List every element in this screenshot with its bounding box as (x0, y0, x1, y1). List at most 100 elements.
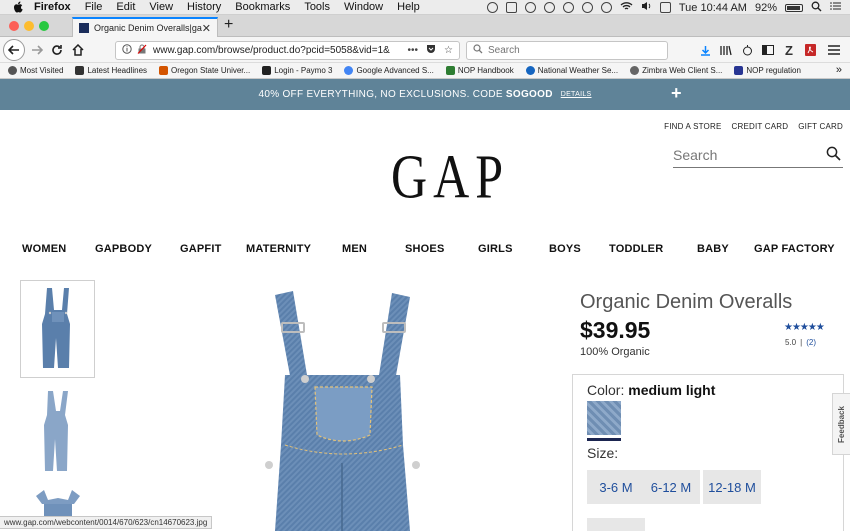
feedback-label: Feedback (837, 405, 846, 443)
bookmark-item[interactable]: Google Advanced S... (344, 66, 434, 75)
nav-gapbody[interactable]: GAPBODY (95, 243, 152, 255)
downloads-icon[interactable] (697, 42, 713, 58)
gap-favicon-icon (79, 23, 89, 33)
nav-women[interactable]: WOMEN (22, 243, 66, 255)
nav-toddler[interactable]: TODDLER (609, 243, 663, 255)
nav-baby[interactable]: BABY (697, 243, 729, 255)
battery-percent[interactable]: 92% (755, 2, 777, 14)
bluetooth-icon[interactable] (600, 2, 612, 13)
menu-help[interactable]: Help (397, 1, 420, 13)
window-zoom-button[interactable] (39, 21, 49, 31)
rating-stars-icon[interactable]: ★★★★★ (784, 322, 825, 333)
info-icon[interactable] (562, 2, 574, 13)
site-search-input[interactable] (673, 147, 818, 163)
bookmark-item[interactable]: Most Visited (8, 66, 63, 75)
url-text[interactable]: www.gap.com/browse/product.do?pcid=5058&… (153, 45, 400, 56)
window-close-button[interactable] (9, 21, 19, 31)
battery-icon[interactable] (785, 3, 803, 12)
play-icon[interactable] (486, 2, 498, 13)
notification-icon[interactable] (524, 2, 536, 13)
menu-history[interactable]: History (187, 1, 221, 13)
nav-girls[interactable]: GIRLS (478, 243, 513, 255)
site-search[interactable] (673, 143, 843, 168)
dropbox-icon[interactable] (505, 2, 517, 13)
size-button-more[interactable] (587, 518, 645, 531)
browser-search-input[interactable] (488, 45, 658, 56)
menu-edit[interactable]: Edit (116, 1, 135, 13)
tab-close-icon[interactable]: ✕ (202, 22, 211, 35)
product-main-image[interactable] (245, 285, 440, 531)
forward-button[interactable] (28, 40, 46, 60)
bookmark-item[interactable]: National Weather Se... (525, 66, 618, 75)
tab-active[interactable]: Organic Denim Overalls|gap ✕ (72, 17, 218, 37)
size-button-12-18m[interactable]: 12-18 M (703, 470, 761, 504)
navigation-toolbar: www.gap.com/browse/product.do?pcid=5058&… (0, 37, 850, 63)
nav-boys[interactable]: BOYS (549, 243, 581, 255)
sync-icon[interactable] (543, 2, 555, 13)
url-bar[interactable]: www.gap.com/browse/product.do?pcid=5058&… (115, 41, 460, 60)
menu-bookmarks[interactable]: Bookmarks (235, 1, 290, 13)
search-icon[interactable] (826, 146, 841, 166)
size-button-3-6m[interactable]: 3-6 M (587, 470, 645, 504)
bookmark-item[interactable]: Latest Headlines (75, 66, 147, 75)
spotlight-icon[interactable] (811, 1, 822, 15)
time-machine-icon[interactable] (581, 2, 593, 13)
insecure-lock-icon[interactable] (137, 44, 147, 57)
browser-search-box[interactable] (466, 41, 668, 60)
nav-gapfit[interactable]: GAPFIT (180, 243, 222, 255)
menu-view[interactable]: View (149, 1, 173, 13)
menu-app-firefox[interactable]: Firefox (34, 1, 71, 13)
notification-center-icon[interactable] (830, 1, 842, 14)
gear-icon (8, 66, 17, 75)
calendar-icon[interactable] (659, 2, 671, 13)
bookmark-item[interactable]: NOP regulation (734, 66, 801, 75)
bookmarks-overflow-icon[interactable]: » (836, 64, 842, 76)
apple-icon[interactable] (12, 1, 24, 13)
menu-tools[interactable]: Tools (304, 1, 330, 13)
menu-file[interactable]: File (85, 1, 103, 13)
back-button[interactable] (3, 39, 25, 61)
pocket-icon[interactable] (426, 44, 436, 57)
pdf-icon[interactable] (802, 42, 818, 58)
mac-menu-bar: Firefox File Edit View History Bookmarks… (0, 0, 850, 15)
page-actions-icon[interactable]: ••• (408, 45, 419, 56)
rss-icon (75, 66, 85, 75)
clock-text[interactable]: Tue 10:44 AM (679, 2, 747, 14)
hamburger-menu-icon[interactable] (826, 42, 842, 58)
bookmark-item[interactable]: NOP Handbook (445, 66, 514, 75)
home-button[interactable] (69, 40, 87, 60)
bookmark-item[interactable]: Zimbra Web Client S... (630, 66, 722, 75)
library-icon[interactable] (718, 42, 734, 58)
find-a-store-link[interactable]: FIND A STORE (664, 122, 721, 131)
nav-maternity[interactable]: MATERNITY (246, 243, 311, 255)
promo-expand-icon[interactable]: + (671, 83, 682, 104)
menu-window[interactable]: Window (344, 1, 383, 13)
bookmark-item[interactable]: Login - Paymo 3 (262, 66, 332, 75)
utility-links: FIND A STORE CREDIT CARD GIFT CARD (664, 122, 843, 131)
new-tab-button[interactable]: + (224, 16, 233, 34)
nav-men[interactable]: MEN (342, 243, 367, 255)
nav-shoes[interactable]: SHOES (405, 243, 445, 255)
gap-logo[interactable]: GAP (391, 140, 509, 213)
promo-details-link[interactable]: DETAILS (561, 91, 592, 98)
bookmark-star-icon[interactable]: ☆ (444, 45, 453, 56)
window-minimize-button[interactable] (24, 21, 34, 31)
size-button-6-12m[interactable]: 6-12 M (642, 470, 700, 504)
sidebar-icon[interactable] (760, 42, 776, 58)
zotero-icon[interactable]: Z (781, 42, 797, 58)
bookmark-item[interactable]: Oregon State Univer... (159, 66, 250, 75)
reload-button[interactable] (48, 40, 66, 60)
rating-separator: | (800, 338, 803, 347)
credit-card-link[interactable]: CREDIT CARD (732, 122, 789, 131)
extension-icon[interactable] (739, 42, 755, 58)
product-thumbnail-2[interactable] (20, 386, 95, 478)
gift-card-link[interactable]: GIFT CARD (798, 122, 843, 131)
review-count-link[interactable]: (2) (806, 338, 816, 347)
feedback-tab[interactable]: Feedback (832, 393, 850, 455)
info-icon[interactable] (122, 44, 132, 57)
color-swatch-medium-light[interactable] (587, 401, 621, 435)
product-thumbnail-1[interactable] (20, 280, 95, 378)
nav-gap-factory[interactable]: GAP FACTORY (754, 243, 835, 255)
volume-icon[interactable] (641, 1, 652, 14)
wifi-icon[interactable] (620, 1, 633, 14)
